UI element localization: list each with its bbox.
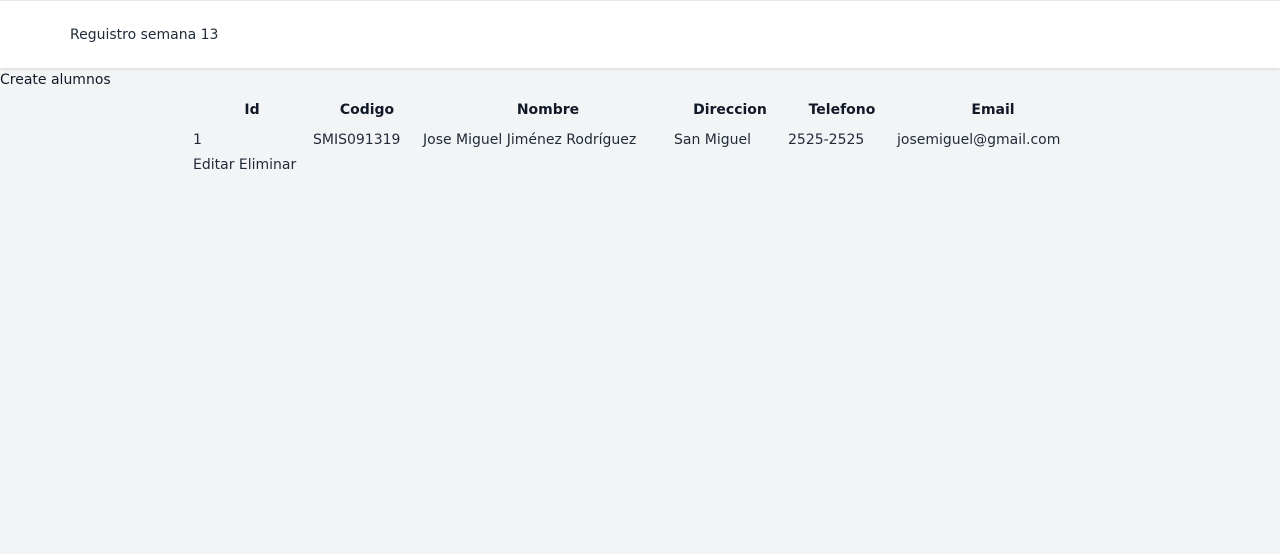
edit-link[interactable]: Editar: [193, 157, 234, 173]
column-header-id: Id: [244, 102, 260, 118]
cell-id: 1: [193, 132, 202, 148]
row-actions: Editar Eliminar: [193, 156, 296, 174]
cell-nombre: Jose Miguel Jiménez Rodríguez: [423, 132, 637, 148]
column-header-email: Email: [971, 102, 1015, 118]
page-title: Reguistro semana 13: [70, 27, 219, 43]
column-header-nombre: Nombre: [516, 102, 580, 118]
cell-direccion: San Miguel: [674, 132, 752, 148]
create-alumnos-link[interactable]: Create alumnos: [0, 71, 111, 89]
cell-email: josemiguel@gmail.com: [897, 132, 1061, 148]
column-header-direccion: Direccion: [693, 102, 767, 118]
cell-codigo: SMIS091319: [313, 132, 401, 148]
top-header: Reguistro semana 13: [0, 0, 1280, 68]
column-header-telefono: Telefono: [808, 102, 876, 118]
cell-telefono: 2525-2525: [788, 132, 865, 148]
column-header-codigo: Codigo: [339, 102, 395, 118]
delete-link[interactable]: Eliminar: [239, 157, 296, 173]
